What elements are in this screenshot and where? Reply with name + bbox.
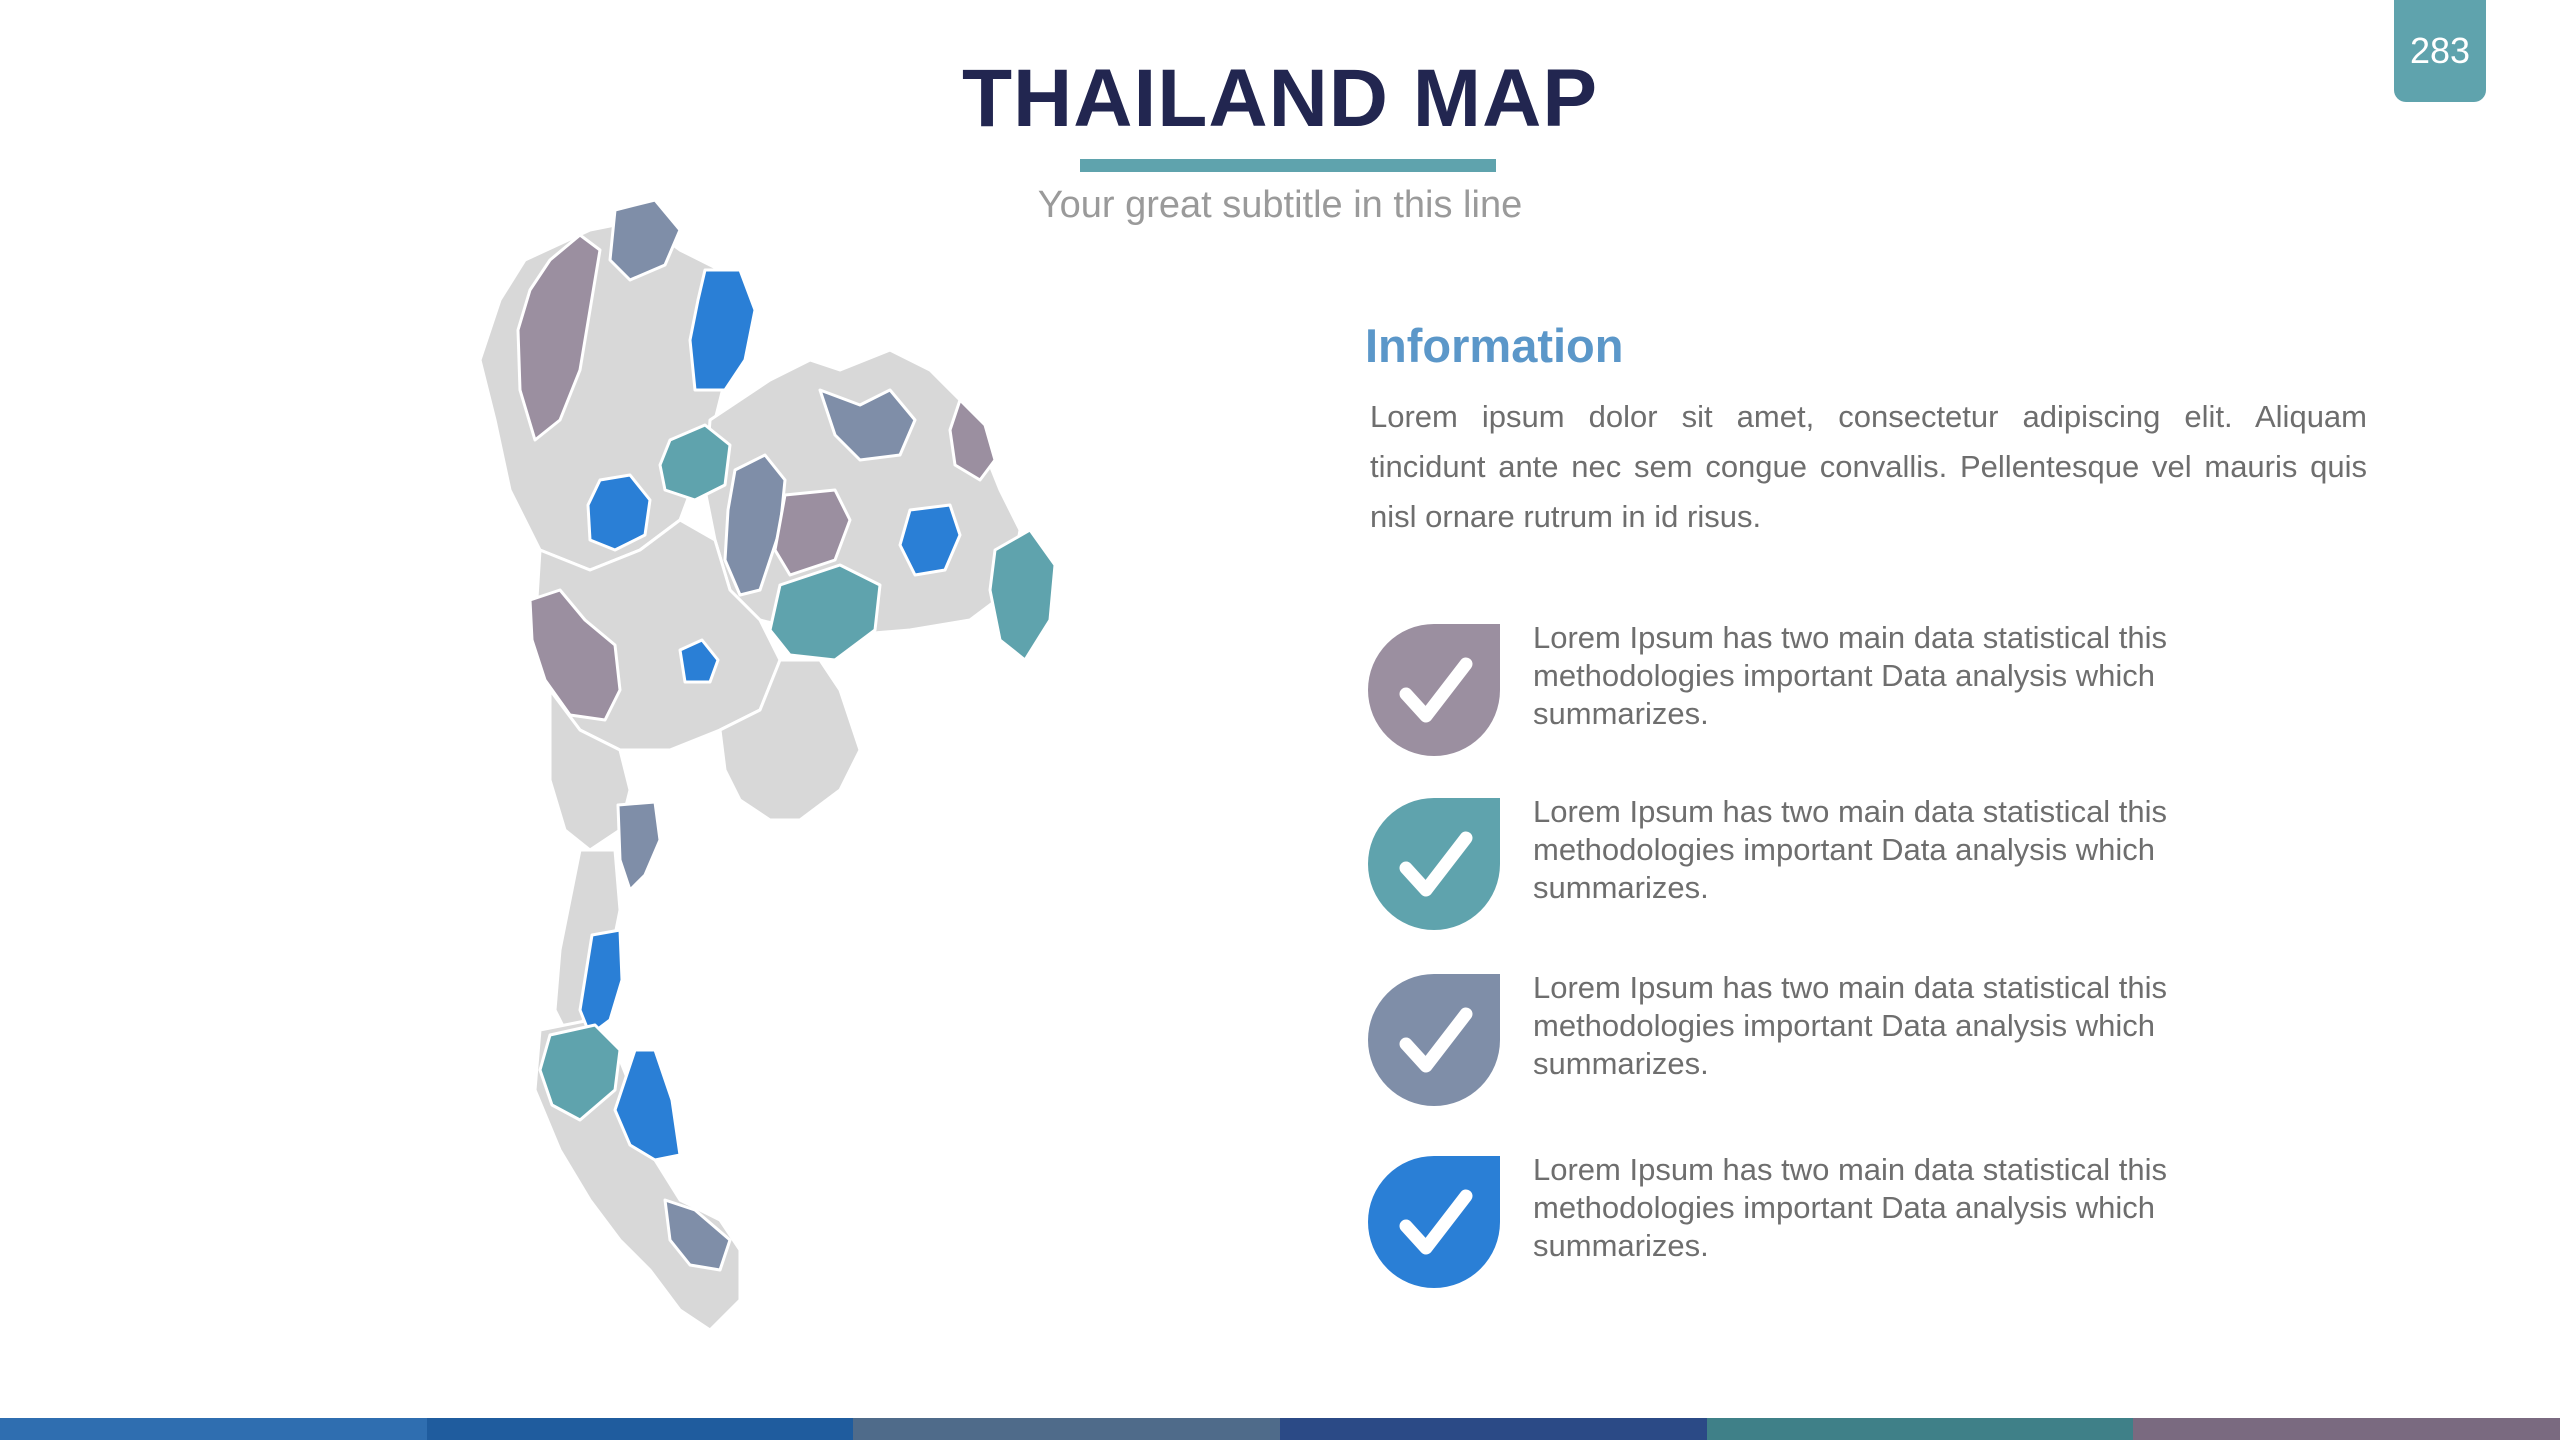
badge-shape <box>1368 798 1500 930</box>
badge-shape <box>1368 974 1500 1106</box>
bottom-bar-segment <box>426 1418 854 1440</box>
bottom-bar-segment <box>1706 1418 2134 1440</box>
title-underline <box>1080 159 1496 172</box>
badge-shape <box>1368 1156 1500 1288</box>
item-text: Lorem Ipsum has two main data statistica… <box>1533 970 2168 1081</box>
info-heading: Information <box>1365 319 1624 372</box>
list-item: Lorem Ipsum has two main data statistica… <box>1368 970 2268 1106</box>
check-icon <box>1368 974 1500 1106</box>
item-text: Lorem Ipsum has two main data statistica… <box>1533 1152 2168 1263</box>
region-ubon <box>988 528 1057 662</box>
list-item: Lorem Ipsum has two main data statistica… <box>1368 620 2268 756</box>
region-prachuap <box>616 800 662 892</box>
bottom-bar-segment <box>1280 1418 1707 1440</box>
list-item: Lorem Ipsum has two main data statistica… <box>1368 1152 2268 1288</box>
region-nan <box>688 268 757 392</box>
badge-shape <box>1368 624 1500 756</box>
item-text: Lorem Ipsum has two main data statistica… <box>1533 620 2168 731</box>
thailand-map <box>478 198 1057 1332</box>
info-body: Lorem ipsum dolor sit amet, consectetur … <box>1370 399 2367 534</box>
check-icon <box>1368 798 1500 930</box>
bottom-bar-segment <box>2133 1418 2560 1440</box>
bottom-bar-segment <box>0 1418 427 1440</box>
bottom-bar-segment <box>853 1418 1281 1440</box>
item-text: Lorem Ipsum has two main data statistica… <box>1533 794 2168 905</box>
page-title: THAILAND MAP <box>961 53 1599 144</box>
bottom-color-bar <box>0 1418 2560 1440</box>
region-phayao-lampang <box>586 473 652 552</box>
check-icon <box>1368 1156 1500 1288</box>
list-item: Lorem Ipsum has two main data statistica… <box>1368 794 2268 930</box>
check-icon <box>1368 624 1500 756</box>
page-subtitle: Your great subtitle in this line <box>1037 184 1523 226</box>
